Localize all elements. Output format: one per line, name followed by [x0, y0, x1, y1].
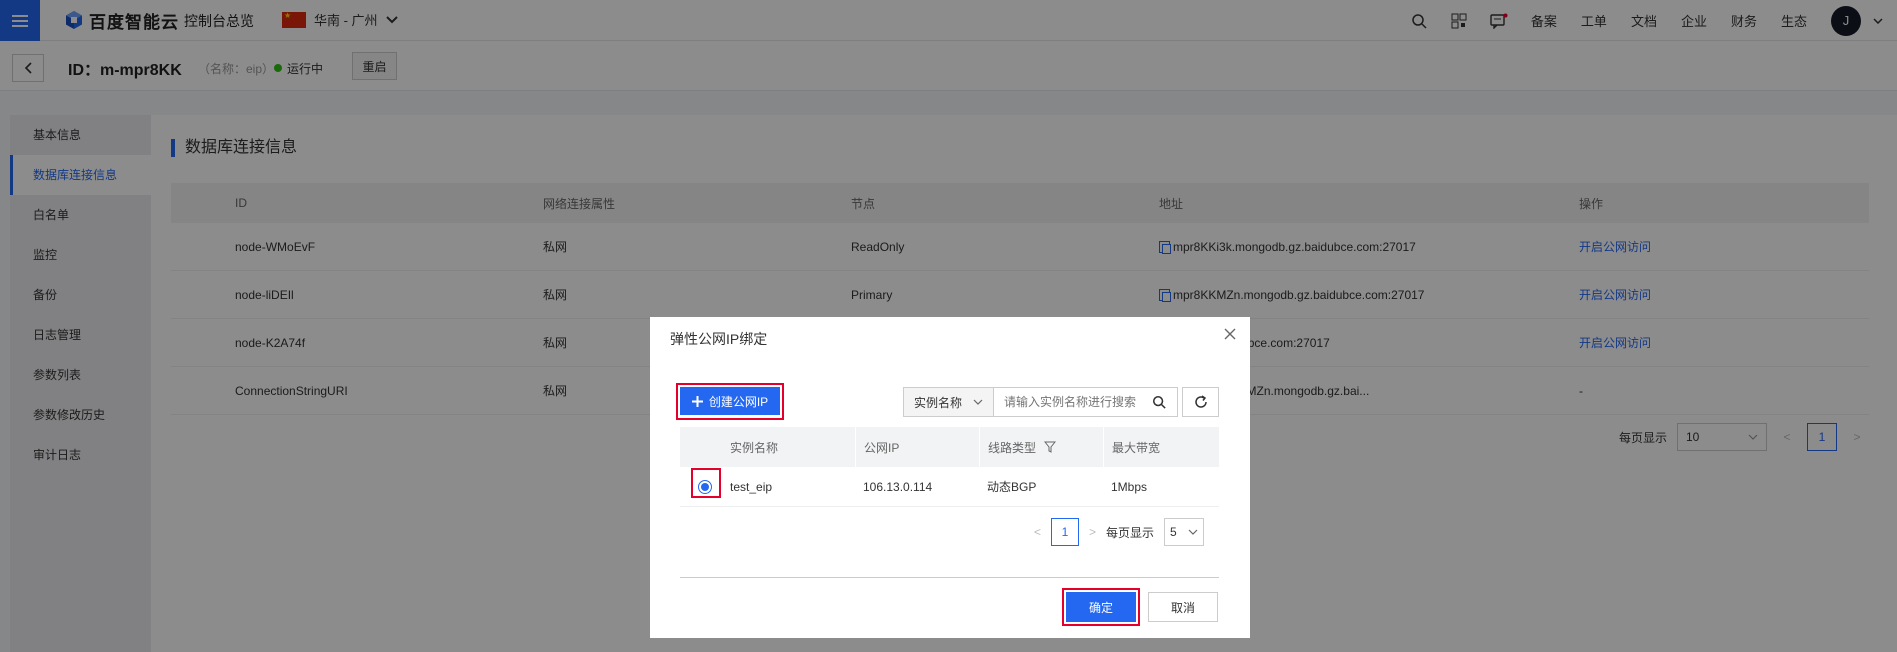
table-row[interactable]: test_eip 106.13.0.114 动态BGP 1Mbps: [680, 467, 1219, 507]
chevron-down-icon: [973, 399, 983, 405]
chevron-down-icon: [1188, 529, 1198, 535]
eip-bind-dialog: 弹性公网IP绑定 创建公网IP 实例名称 实例名称 公网IP 线路类型 最大带宽: [650, 317, 1250, 638]
per-page-label: 每页显示: [1106, 525, 1155, 540]
eip-table: 实例名称 公网IP 线路类型 最大带宽 test_eip 106.13.0.11…: [680, 427, 1219, 507]
col-line-type: 线路类型: [988, 440, 1037, 455]
row-public-ip: 106.13.0.114: [863, 479, 933, 494]
divider: [680, 577, 1219, 578]
highlight-box: [691, 468, 721, 498]
create-eip-button[interactable]: 创建公网IP: [680, 387, 780, 415]
filter-icon[interactable]: [1044, 441, 1057, 453]
plus-icon: [691, 395, 703, 407]
per-page-select[interactable]: 5: [1164, 518, 1205, 546]
row-line-type: 动态BGP: [987, 480, 1037, 494]
page-number[interactable]: 1: [1051, 518, 1080, 546]
col-public-ip: 公网IP: [855, 427, 979, 467]
row-max-bandwidth: 1Mbps: [1111, 479, 1148, 494]
search-key-select[interactable]: 实例名称: [904, 388, 994, 416]
search-box: 实例名称: [903, 387, 1178, 417]
refresh-button[interactable]: [1182, 387, 1219, 417]
refresh-icon: [1194, 395, 1207, 408]
close-icon[interactable]: [1224, 327, 1236, 345]
prev-page-icon[interactable]: <: [1034, 525, 1041, 539]
cancel-button[interactable]: 取消: [1148, 592, 1218, 622]
col-max-bandwidth: 最大带宽: [1103, 427, 1219, 467]
table-header: 实例名称 公网IP 线路类型 最大带宽: [680, 427, 1219, 467]
next-page-icon[interactable]: >: [1089, 525, 1096, 539]
dialog-title: 弹性公网IP绑定: [670, 331, 768, 347]
search-input[interactable]: [994, 389, 1144, 415]
row-instance-name: test_eip: [730, 479, 773, 494]
col-instance-name: 实例名称: [730, 440, 779, 455]
dialog-pagination: < 1 > 每页显示 5: [1034, 518, 1205, 546]
search-icon[interactable]: [1144, 388, 1174, 416]
confirm-button[interactable]: 确定: [1066, 592, 1136, 622]
